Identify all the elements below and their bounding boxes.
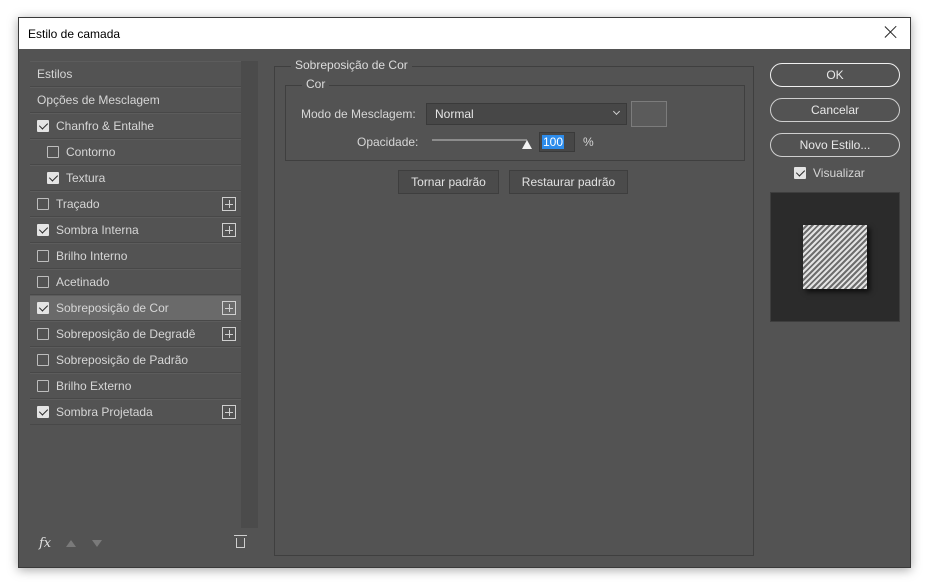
style-checkbox[interactable] bbox=[37, 406, 49, 418]
preview-checkbox[interactable] bbox=[794, 167, 806, 179]
style-item-label: Estilos bbox=[37, 67, 73, 81]
style-item[interactable]: Brilho Externo bbox=[30, 373, 241, 399]
style-item[interactable]: Chanfro & Entalhe bbox=[30, 113, 241, 139]
style-item-label: Sobreposição de Degradê bbox=[56, 327, 196, 341]
style-checkbox[interactable] bbox=[37, 302, 49, 314]
cancel-button[interactable]: Cancelar bbox=[770, 98, 900, 122]
group-title: Sobreposição de Cor bbox=[291, 58, 412, 72]
style-item[interactable]: Acetinado bbox=[30, 269, 241, 295]
style-checkbox[interactable] bbox=[37, 380, 49, 392]
style-item-label: Sobreposição de Cor bbox=[56, 301, 169, 315]
style-item-label: Chanfro & Entalhe bbox=[56, 119, 155, 133]
preview-toggle[interactable]: Visualizar bbox=[794, 166, 865, 180]
fx-icon[interactable]: fx bbox=[39, 536, 51, 551]
subgroup-title: Cor bbox=[302, 77, 330, 91]
blend-mode-value: Normal bbox=[435, 107, 474, 121]
chevron-down-icon bbox=[612, 107, 621, 116]
trash-icon[interactable] bbox=[234, 535, 247, 548]
styles-footer: fx bbox=[30, 531, 258, 557]
close-icon[interactable] bbox=[882, 23, 900, 41]
ok-button[interactable]: OK bbox=[770, 63, 900, 87]
style-checkbox[interactable] bbox=[37, 354, 49, 366]
layer-style-dialog: Estilo de camada Estilos Opções de Mescla… bbox=[18, 17, 911, 568]
style-item-label: Textura bbox=[66, 171, 106, 185]
style-checkbox[interactable] bbox=[37, 224, 49, 236]
move-up-icon[interactable] bbox=[66, 540, 76, 547]
blend-mode-label: Modo de Mesclagem: bbox=[301, 107, 416, 121]
style-item-label: Sombra Projetada bbox=[56, 405, 153, 419]
style-item-label: Brilho Externo bbox=[56, 379, 132, 393]
color-group: Cor Modo de Mesclagem: Normal Opacidade:… bbox=[285, 77, 745, 161]
add-effect-icon[interactable] bbox=[222, 327, 236, 341]
title-bar: Estilo de camada bbox=[19, 18, 910, 49]
opacity-slider[interactable] bbox=[432, 139, 527, 141]
opacity-slider-thumb[interactable] bbox=[522, 140, 532, 149]
style-item-label: Contorno bbox=[66, 145, 116, 159]
dialog-title: Estilo de camada bbox=[28, 27, 121, 41]
make-default-button[interactable]: Tornar padrão bbox=[398, 170, 499, 194]
style-checkbox[interactable] bbox=[37, 250, 49, 262]
style-item-label: Brilho Interno bbox=[56, 249, 128, 263]
styles-scrollbar[interactable] bbox=[241, 61, 258, 528]
style-checkbox[interactable] bbox=[37, 120, 49, 132]
style-item-label: Sobreposição de Padrão bbox=[56, 353, 189, 367]
style-checkbox[interactable] bbox=[47, 172, 59, 184]
style-item[interactable]: Sobreposição de Cor bbox=[30, 295, 241, 321]
style-item-label: Opções de Mesclagem bbox=[37, 93, 160, 107]
style-checkbox[interactable] bbox=[37, 328, 49, 340]
style-item-label: Traçado bbox=[56, 197, 100, 211]
style-item[interactable]: Estilos bbox=[30, 61, 241, 87]
add-effect-icon[interactable] bbox=[222, 223, 236, 237]
style-item[interactable]: Brilho Interno bbox=[30, 243, 241, 269]
opacity-label: Opacidade: bbox=[357, 135, 419, 149]
move-down-icon[interactable] bbox=[92, 540, 102, 547]
style-preview bbox=[770, 192, 900, 322]
opacity-value: 100 bbox=[542, 135, 565, 149]
preview-label: Visualizar bbox=[813, 166, 865, 180]
style-item[interactable]: Opções de Mesclagem bbox=[30, 87, 241, 113]
style-item[interactable]: Textura bbox=[30, 165, 241, 191]
style-checkbox[interactable] bbox=[47, 146, 59, 158]
reset-default-button[interactable]: Restaurar padrão bbox=[509, 170, 628, 194]
add-effect-icon[interactable] bbox=[222, 197, 236, 211]
color-overlay-panel: Sobreposição de Cor Cor Modo de Mesclage… bbox=[274, 58, 754, 556]
style-item[interactable]: Sobreposição de Padrão bbox=[30, 347, 241, 373]
blend-mode-select[interactable]: Normal bbox=[426, 103, 627, 125]
style-item[interactable]: Sobreposição de Degradê bbox=[30, 321, 241, 347]
styles-list: Estilos Opções de Mesclagem Chanfro & Enta… bbox=[30, 61, 258, 528]
add-effect-icon[interactable] bbox=[222, 301, 236, 315]
style-checkbox[interactable] bbox=[37, 198, 49, 210]
opacity-unit: % bbox=[583, 135, 594, 149]
new-style-button[interactable]: Novo Estilo... bbox=[770, 133, 900, 157]
style-item[interactable]: Sombra Interna bbox=[30, 217, 241, 243]
color-swatch[interactable] bbox=[631, 101, 667, 127]
style-item[interactable]: Sombra Projetada bbox=[30, 399, 241, 425]
style-item[interactable]: Contorno bbox=[30, 139, 241, 165]
opacity-input[interactable]: 100 bbox=[539, 132, 575, 152]
style-checkbox[interactable] bbox=[37, 276, 49, 288]
style-item-label: Acetinado bbox=[56, 275, 110, 289]
preview-thumbnail bbox=[803, 225, 867, 289]
style-item[interactable]: Traçado bbox=[30, 191, 241, 217]
style-item-label: Sombra Interna bbox=[56, 223, 139, 237]
add-effect-icon[interactable] bbox=[222, 405, 236, 419]
